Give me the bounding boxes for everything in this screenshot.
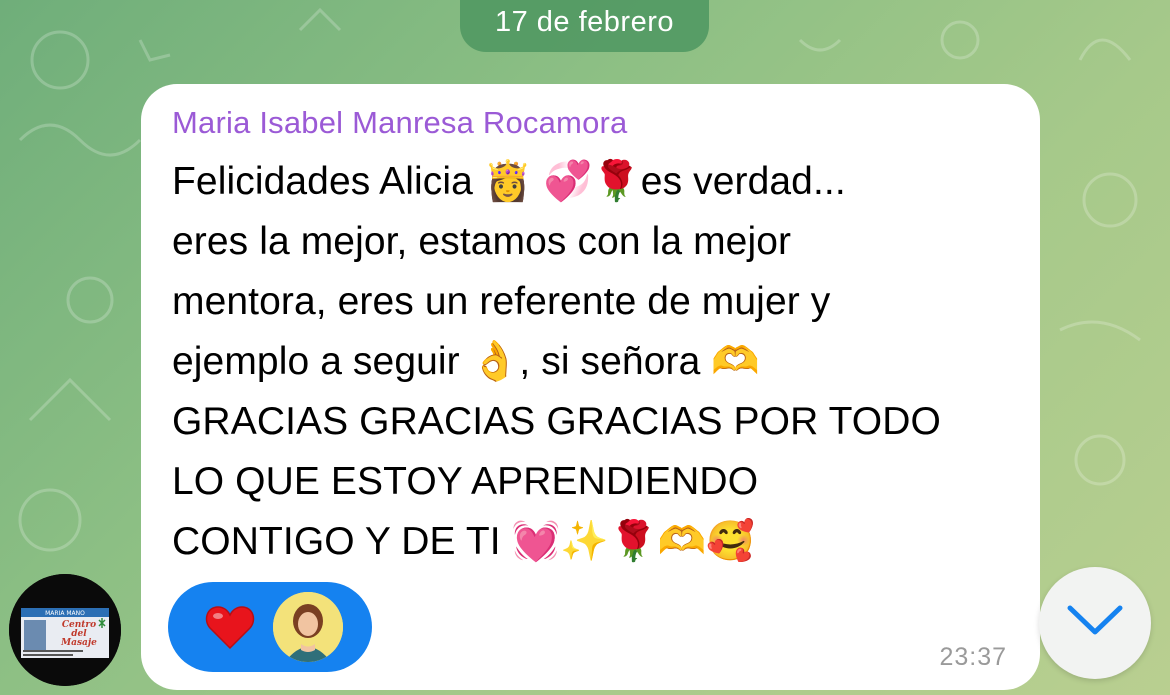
svg-text:MARIA MANO: MARIA MANO [45, 610, 85, 617]
date-separator: 17 de febrero [460, 0, 709, 52]
message-time: 23:37 [939, 643, 1007, 671]
centro-masaje-logo-image: MARIA MANO Centro del Masaje [9, 574, 121, 686]
message-line: Felicidades Alicia 👸 💞🌹es verdad... [172, 160, 846, 203]
chevron-down-icon [1067, 605, 1123, 635]
svg-text:Masaje: Masaje [60, 638, 97, 648]
person-icon [273, 592, 343, 662]
red-heart-icon [205, 606, 255, 650]
message-line: mentora, eres un referente de mujer y [172, 280, 831, 323]
message-text: Felicidades Alicia 👸 💞🌹es verdad... eres… [172, 152, 1010, 572]
reaction-chip[interactable] [168, 582, 372, 672]
message-line: ejemplo a seguir 👌, si señora 🫶 [172, 340, 760, 383]
message-bubble[interactable]: Maria Isabel Manresa Rocamora Felicidade… [141, 84, 1040, 690]
message-line: CONTIGO Y DE TI 💓✨🌹🫶🥰 [172, 520, 755, 563]
message-line: eres la mejor, estamos con la mejor [172, 220, 792, 263]
message-line: GRACIAS GRACIAS GRACIAS POR TODO [172, 400, 941, 443]
sender-avatar[interactable]: MARIA MANO Centro del Masaje [9, 574, 121, 686]
reactor-avatar[interactable] [273, 592, 343, 662]
sender-name[interactable]: Maria Isabel Manresa Rocamora [172, 102, 1010, 144]
message-line: LO QUE ESTOY APRENDIENDO [172, 460, 759, 503]
scroll-to-bottom-button[interactable] [1039, 567, 1151, 679]
